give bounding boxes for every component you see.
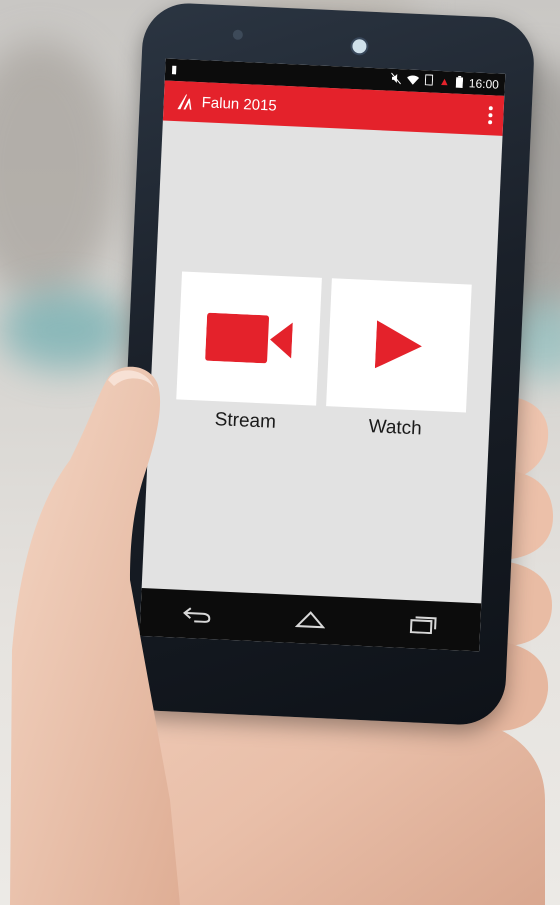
home-button[interactable]: [293, 607, 328, 633]
main-content: Stream Watch: [142, 120, 503, 603]
notification-icon: ▮: [170, 63, 178, 77]
photo-scene: ▮ ▲ 16:00 Falun 2015 Stream Watch: [0, 0, 560, 905]
app-logo-icon: [177, 94, 192, 110]
phone: ▮ ▲ 16:00 Falun 2015 Stream Watch: [112, 1, 536, 727]
watch-card[interactable]: [326, 278, 472, 413]
sim-icon: [424, 74, 434, 88]
overflow-menu-icon[interactable]: [487, 106, 494, 125]
stream-card[interactable]: [176, 271, 322, 406]
battery-icon: [455, 75, 464, 90]
play-icon: [374, 320, 422, 369]
status-time: 16:00: [468, 76, 500, 92]
back-button[interactable]: [180, 602, 215, 628]
wifi-icon: [407, 74, 420, 88]
phone-screen: ▮ ▲ 16:00 Falun 2015 Stream Watch: [139, 58, 506, 652]
alert-icon: ▲: [438, 75, 451, 89]
mute-icon: [390, 72, 402, 87]
stream-button[interactable]: Stream: [175, 271, 322, 435]
recent-apps-button[interactable]: [406, 612, 441, 638]
watch-label: Watch: [368, 416, 423, 440]
watch-button[interactable]: Watch: [325, 278, 472, 442]
video-camera-icon: [205, 312, 293, 364]
app-title: Falun 2015: [201, 93, 278, 115]
recent-apps-icon: [410, 616, 437, 635]
back-icon: [182, 607, 210, 623]
speaker: [232, 29, 244, 40]
stream-label: Stream: [214, 409, 277, 433]
front-camera: [352, 38, 367, 54]
home-icon: [294, 611, 326, 629]
